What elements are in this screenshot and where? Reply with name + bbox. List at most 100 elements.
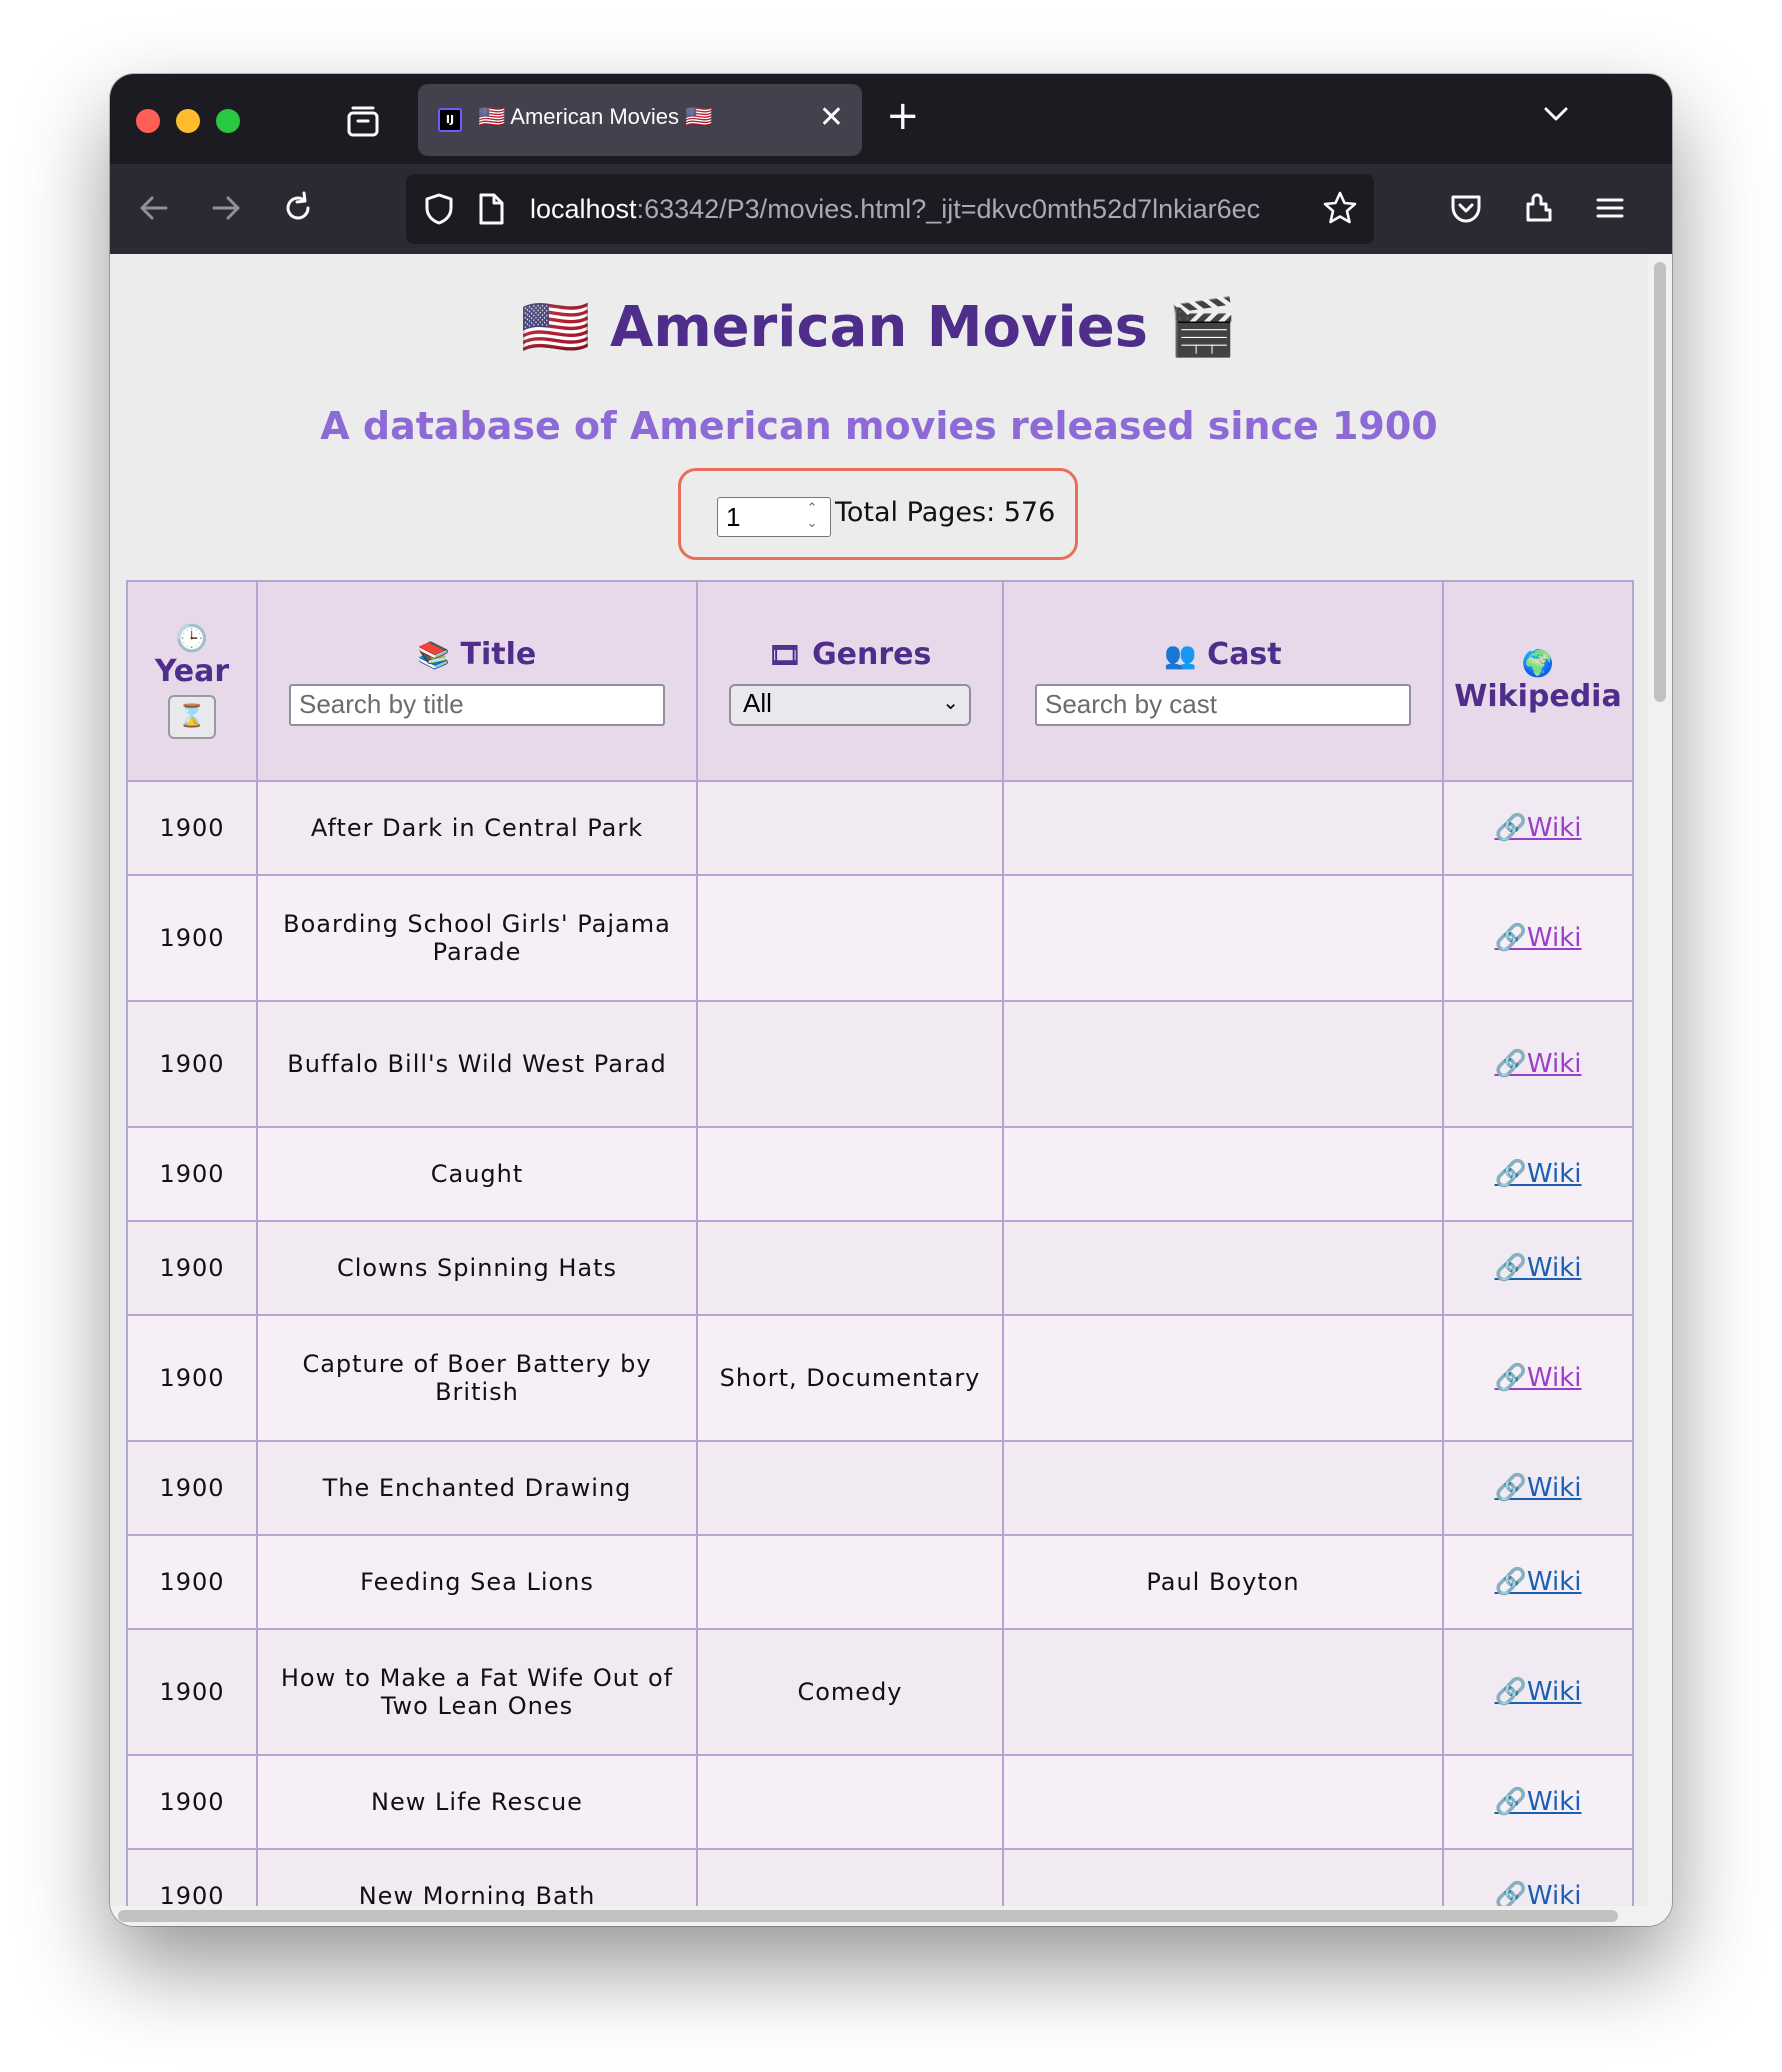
maximize-window-button[interactable] [216,109,240,133]
pagination-highlight: ⌃⌄ Total Pages: 576 [678,468,1078,560]
table-row: 1900 How to Make a Fat Wife Out of Two L… [126,1628,1634,1756]
wiki-link[interactable]: 🔗Wiki [1494,1159,1581,1189]
wiki-link[interactable]: 🔗Wiki [1494,1787,1581,1817]
genres-header-label: Genres [812,636,932,672]
genres-cell: Short, Documentary [696,1314,1004,1442]
wiki-link[interactable]: 🔗Wiki [1494,1363,1581,1393]
tab-title: 🇺🇸 American Movies 🇺🇸 [478,104,713,129]
title-cell: The Enchanted Drawing [256,1440,698,1536]
year-cell: 1900 [126,1440,258,1536]
tab-manager-icon[interactable] [346,104,380,138]
wiki-link[interactable]: 🔗Wiki [1494,1677,1581,1707]
wiki-cell: 🔗Wiki [1442,1220,1634,1316]
title-cell: Caught [256,1126,698,1222]
genres-cell [696,1754,1004,1850]
wiki-cell: 🔗Wiki [1442,1534,1634,1630]
cast-cell [1002,1628,1444,1756]
table-row: 1900 Capture of Boer Battery by British … [126,1314,1634,1442]
wiki-cell: 🔗Wiki [1442,1314,1634,1442]
cast-header-label: Cast [1207,636,1282,672]
genre-select-value: All [743,687,772,718]
tab-close-icon[interactable]: ✕ [819,100,844,136]
tab-bar: IJ 🇺🇸 American Movies 🇺🇸 ✕ + [110,74,1672,164]
title-search-input[interactable] [289,683,665,726]
cast-search-input[interactable] [1035,683,1411,726]
table-row: 1900 Buffalo Bill's Wild West Parad 🔗Wik… [126,1000,1634,1128]
url-bar[interactable]: localhost:63342/P3/movies.html?_ijt=dkvc… [406,174,1374,244]
sort-year-button[interactable]: ⌛ [168,694,216,739]
genres-cell [696,780,1004,876]
table-row: 1900 New Morning Bath 🔗Wiki [126,1848,1634,1906]
chevron-down-icon: ⌄ [942,691,959,714]
cast-cell: Paul Boyton [1002,1534,1444,1630]
pocket-icon[interactable] [1448,190,1484,226]
vertical-scrollbar[interactable] [1648,254,1672,1906]
wiki-link[interactable]: 🔗Wiki [1494,923,1581,953]
table-row: 1900 The Enchanted Drawing 🔗Wiki [126,1440,1634,1536]
cast-header: 👥 Cast [1002,580,1444,782]
vertical-scrollbar-thumb[interactable] [1654,262,1666,702]
navigation-bar: localhost:63342/P3/movies.html?_ijt=dkvc… [110,164,1672,254]
genres-cell [696,1440,1004,1536]
arrow-left-icon[interactable] [136,190,172,226]
horizontal-scrollbar-thumb[interactable] [118,1910,1618,1922]
wiki-cell: 🔗Wiki [1442,1000,1634,1128]
horizontal-scrollbar[interactable] [110,1906,1672,1926]
table-row: 1900 Boarding School Girls' Pajama Parad… [126,874,1634,1002]
table-row: 1900 After Dark in Central Park 🔗Wiki [126,780,1634,876]
new-tab-button[interactable]: + [886,94,920,138]
page-stepper-icon[interactable]: ⌃ ⌄ [801,501,823,535]
wiki-link[interactable]: 🔗Wiki [1494,1473,1581,1503]
arrow-right-icon[interactable] [208,190,244,226]
chevron-down-icon[interactable] [1540,98,1572,130]
year-header-label: Year [154,653,230,689]
hamburger-menu-icon[interactable] [1592,190,1628,226]
extensions-icon[interactable] [1520,190,1556,226]
wiki-link[interactable]: 🔗Wiki [1494,813,1581,843]
movies-table: 🕒 Year ⌛ 📚 Title 🎞 Genres All ⌄ 👥 Cast [126,580,1634,1906]
active-tab[interactable]: IJ 🇺🇸 American Movies 🇺🇸 ✕ [418,84,862,156]
title-cell: New Morning Bath [256,1848,698,1906]
table-row: 1900 Feeding Sea Lions Paul Boyton 🔗Wiki [126,1534,1634,1630]
genres-cell [696,1220,1004,1316]
genres-cell: Comedy [696,1628,1004,1756]
year-header: 🕒 Year ⌛ [126,580,258,782]
year-cell: 1900 [126,1314,258,1442]
year-cell: 1900 [126,1220,258,1316]
wiki-link[interactable]: 🔗Wiki [1494,1049,1581,1079]
reload-icon[interactable] [280,190,316,226]
cast-cell [1002,1848,1444,1906]
wiki-cell: 🔗Wiki [1442,1440,1634,1536]
title-cell: Boarding School Girls' Pajama Parade [256,874,698,1002]
table-row: 1900 New Life Rescue 🔗Wiki [126,1754,1634,1850]
title-header: 📚 Title [256,580,698,782]
wiki-link[interactable]: 🔗Wiki [1494,1567,1581,1597]
table-row: 1900 Caught 🔗Wiki [126,1126,1634,1222]
genres-cell [696,1126,1004,1222]
close-window-button[interactable] [136,109,160,133]
wiki-cell: 🔗Wiki [1442,1628,1634,1756]
url-text[interactable]: localhost:63342/P3/movies.html?_ijt=dkvc… [530,194,1310,225]
title-cell: Buffalo Bill's Wild West Parad [256,1000,698,1128]
cast-cell [1002,1754,1444,1850]
year-cell: 1900 [126,874,258,1002]
genres-cell [696,1000,1004,1128]
cast-cell [1002,874,1444,1002]
genre-select[interactable]: All ⌄ [729,683,971,726]
table-header-row: 🕒 Year ⌛ 📚 Title 🎞 Genres All ⌄ 👥 Cast [126,580,1634,782]
title-cell: Capture of Boer Battery by British [256,1314,698,1442]
wiki-link[interactable]: 🔗Wiki [1494,1253,1581,1283]
genres-header: 🎞 Genres All ⌄ [696,580,1004,782]
cast-cell [1002,1314,1444,1442]
cast-cell [1002,1440,1444,1536]
page-icon[interactable] [476,192,506,226]
star-icon[interactable] [1322,190,1358,226]
wiki-cell: 🔗Wiki [1442,1848,1634,1906]
shield-icon[interactable] [422,192,456,226]
minimize-window-button[interactable] [176,109,200,133]
wiki-link[interactable]: 🔗Wiki [1494,1881,1581,1906]
wikipedia-header: 🌍 Wikipedia [1442,580,1634,782]
year-cell: 1900 [126,1534,258,1630]
browser-window: IJ 🇺🇸 American Movies 🇺🇸 ✕ + localhost:6… [110,74,1672,1926]
tab-favicon-icon: IJ [438,108,462,132]
